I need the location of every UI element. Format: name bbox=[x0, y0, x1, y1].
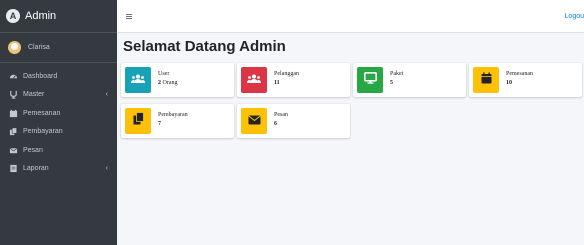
card-value: 11 bbox=[274, 80, 280, 86]
chevron-left-icon: ‹ bbox=[105, 91, 108, 99]
card-icon-box bbox=[241, 108, 267, 134]
info-box-pelanggan[interactable]: Pelanggan 11 bbox=[237, 63, 350, 97]
card-value: 2 Orang bbox=[158, 80, 178, 86]
card-number: 5 bbox=[390, 80, 393, 86]
card-value: 10 bbox=[506, 80, 512, 86]
logout-link[interactable]: Logou bbox=[565, 13, 584, 20]
sidebar-item-label: Master bbox=[23, 91, 45, 99]
copy-icon bbox=[133, 112, 144, 130]
dashboard-icon bbox=[9, 72, 18, 81]
card-icon-box bbox=[241, 67, 267, 93]
card-icon-box bbox=[357, 67, 383, 93]
sidebar-item-pemesanan[interactable]: Pemesanan bbox=[0, 104, 117, 123]
sidebar-nav: Dashboard Master ‹ Pemesanan Pembayaran bbox=[0, 63, 117, 178]
card-number: 10 bbox=[506, 80, 512, 86]
card-value: 7 bbox=[158, 121, 161, 127]
sidebar-item-laporan[interactable]: Laporan ‹ bbox=[0, 160, 117, 179]
sidebar-item-master[interactable]: Master ‹ bbox=[0, 86, 117, 105]
sidebar-item-label: Dashboard bbox=[23, 72, 58, 80]
brand-name: Admin bbox=[25, 10, 57, 22]
card-label: Pemesanan bbox=[506, 71, 533, 77]
card-number: 7 bbox=[158, 121, 161, 127]
top-navbar: Logou bbox=[117, 0, 584, 33]
user-panel[interactable]: Clarisa bbox=[0, 33, 117, 63]
card-icon-box bbox=[125, 67, 151, 93]
report-icon bbox=[9, 164, 18, 173]
sidebar-item-pembayaran[interactable]: Pembayaran bbox=[0, 123, 117, 142]
message-icon bbox=[9, 146, 18, 155]
order-icon bbox=[9, 109, 18, 118]
info-box-paket[interactable]: Paket 5 bbox=[353, 63, 466, 97]
card-number: 2 bbox=[158, 80, 161, 86]
brand-logo-icon: A bbox=[6, 9, 20, 23]
card-label: Pesan bbox=[274, 112, 288, 118]
card-number: 11 bbox=[274, 80, 280, 86]
card-label: Pembayaran bbox=[158, 112, 188, 118]
info-box-pemesanan[interactable]: Pemesanan 10 bbox=[469, 63, 582, 97]
users-icon bbox=[131, 71, 145, 89]
calendar-icon bbox=[481, 71, 492, 89]
card-label: Paket bbox=[390, 71, 404, 77]
avatar bbox=[8, 41, 21, 54]
payment-icon bbox=[9, 127, 18, 136]
monitor-icon bbox=[363, 71, 377, 89]
chevron-left-icon: ‹ bbox=[105, 165, 108, 173]
envelope-icon bbox=[247, 112, 261, 130]
user-name: Clarisa bbox=[28, 44, 50, 51]
sidebar-item-label: Pesan bbox=[23, 146, 43, 154]
sidebar-item-dashboard[interactable]: Dashboard bbox=[0, 67, 117, 86]
card-number: 6 bbox=[274, 121, 277, 127]
card-icon-box bbox=[473, 67, 499, 93]
page-title: Selamat Datang Admin bbox=[123, 38, 286, 55]
sidebar-item-pesan[interactable]: Pesan bbox=[0, 141, 117, 160]
users-icon bbox=[247, 71, 261, 89]
card-value: 6 bbox=[274, 121, 277, 127]
sidebar: A Admin Clarisa Dashboard Master ‹ Pemes… bbox=[0, 0, 117, 245]
card-label: User bbox=[158, 71, 170, 77]
card-unit: Orang bbox=[162, 80, 178, 86]
menu-toggle-icon[interactable] bbox=[126, 14, 132, 19]
master-icon bbox=[9, 90, 18, 99]
info-box-pesan[interactable]: Pesan 6 bbox=[237, 104, 350, 138]
info-box-user[interactable]: User 2 Orang bbox=[121, 63, 234, 97]
card-value: 5 bbox=[390, 80, 393, 86]
info-box-pembayaran[interactable]: Pembayaran 7 bbox=[121, 104, 234, 138]
sidebar-item-label: Pemesanan bbox=[23, 109, 61, 117]
brand-link[interactable]: A Admin bbox=[0, 0, 117, 33]
card-icon-box bbox=[125, 108, 151, 134]
sidebar-item-label: Pembayaran bbox=[23, 128, 63, 136]
card-label: Pelanggan bbox=[274, 71, 299, 77]
sidebar-item-label: Laporan bbox=[23, 165, 49, 173]
